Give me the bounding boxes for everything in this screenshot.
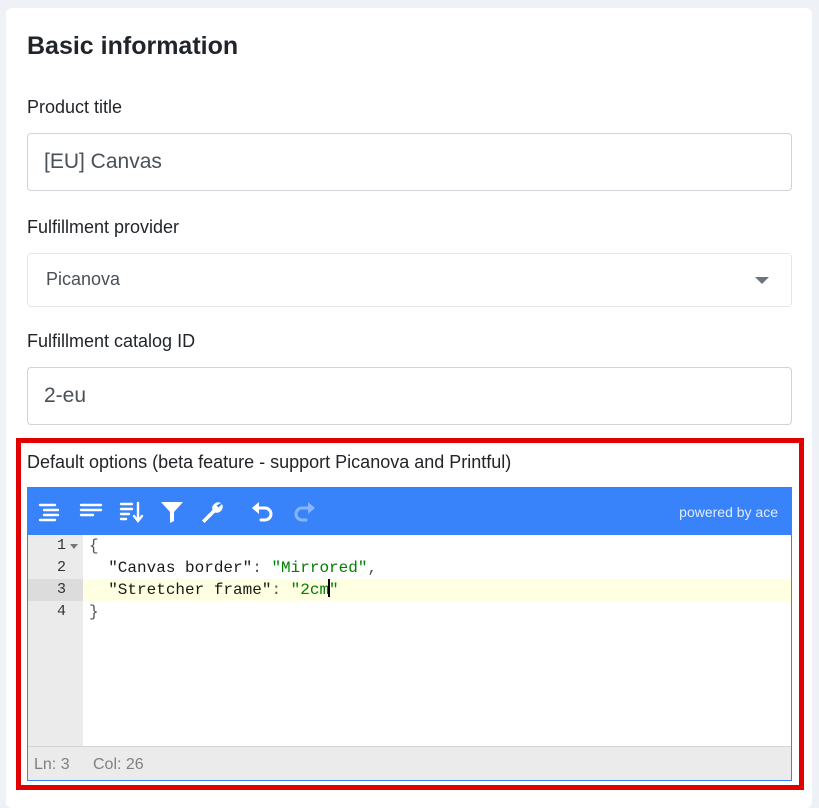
gutter-line-active: 3 — [28, 579, 83, 601]
fulfillment-provider-selected: Picanova — [46, 269, 121, 289]
fulfillment-provider-select[interactable]: Picanova — [27, 253, 792, 307]
status-line: Ln: 3 — [34, 756, 70, 773]
status-column: Col: 26 — [93, 756, 144, 773]
catalog-id-label: Fulfillment catalog ID — [27, 331, 196, 351]
chevron-down-icon — [755, 277, 769, 284]
card-title: Basic information — [27, 32, 239, 60]
code-area[interactable]: { "Canvas border": "Mirrored", "Stretche… — [83, 535, 791, 746]
fold-toggle-icon[interactable] — [70, 544, 78, 549]
sort-icon[interactable] — [118, 499, 144, 525]
product-title-input[interactable] — [27, 133, 792, 191]
code-line: { — [89, 537, 99, 555]
code-line: "Canvas border": "Mirrored", — [108, 559, 378, 577]
editor-gutter: 1 2 3 4 — [28, 535, 83, 746]
product-title-label: Product title — [27, 97, 123, 117]
basic-information-card: Basic information Product title Fulfillm… — [6, 8, 812, 808]
powered-by-ace-link[interactable]: powered by ace — [679, 504, 778, 520]
filter-icon[interactable] — [159, 499, 185, 525]
code-line: } — [89, 603, 99, 621]
redo-icon[interactable] — [291, 499, 317, 525]
json-editor[interactable]: powered by ace 1 2 3 4 { "Canvas border"… — [27, 487, 792, 781]
editor-toolbar: powered by ace — [28, 488, 791, 535]
editor-statusbar: Ln: 3 Col: 26 — [28, 746, 791, 780]
gutter-line: 2 — [56, 559, 66, 576]
catalog-id-input[interactable] — [27, 367, 792, 425]
gutter-line: 1 — [28, 535, 83, 557]
repair-icon[interactable] — [199, 499, 225, 525]
fulfillment-provider-label: Fulfillment provider — [27, 217, 180, 237]
format-icon[interactable] — [36, 499, 62, 525]
default-options-label: Default options (beta feature - support … — [27, 452, 512, 472]
code-line-active: "Stretcher frame": "2cm" — [83, 579, 791, 601]
compact-icon[interactable] — [78, 499, 104, 525]
undo-icon[interactable] — [250, 499, 276, 525]
gutter-line: 4 — [56, 603, 66, 620]
